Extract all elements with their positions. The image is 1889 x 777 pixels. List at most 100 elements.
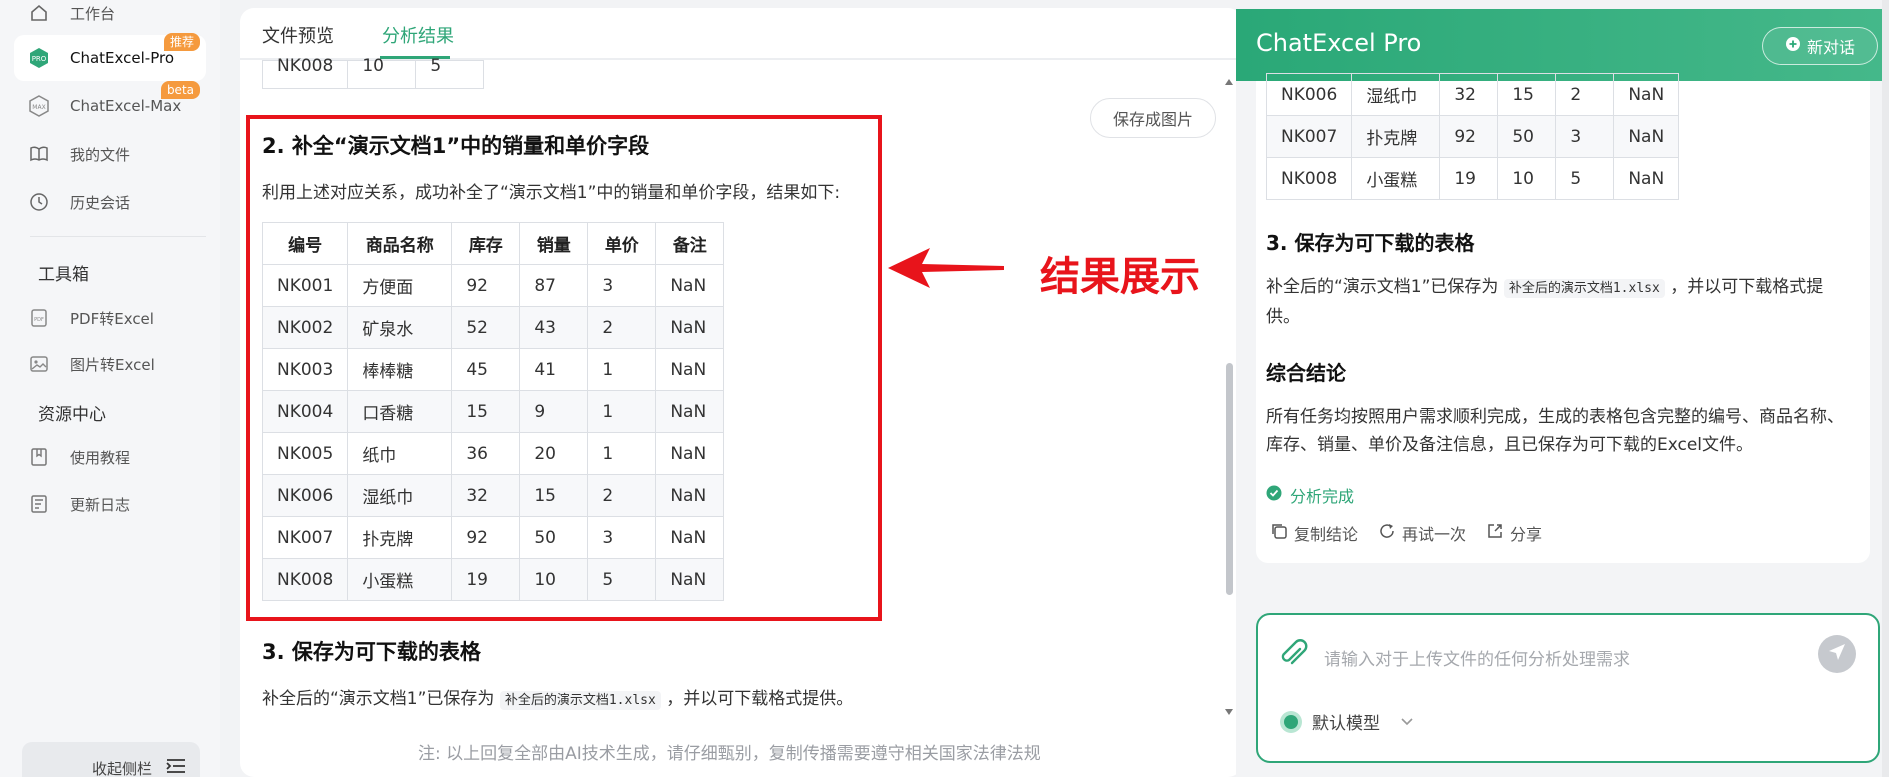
refresh-icon: [1378, 522, 1396, 544]
resources-title: 资源中心: [38, 405, 106, 425]
chat-section3-text: 补全后的“演示文档1”已保存为 补全后的演示文档1.xlsx ，并以可下载格式提…: [1266, 273, 1856, 331]
sidebar-item-pdf-to-excel[interactable]: PDF PDF转Excel: [14, 295, 206, 341]
plus-circle-icon: [1785, 36, 1801, 56]
svg-text:MAX: MAX: [32, 104, 45, 111]
sidebar-item-changelog[interactable]: 更新日志: [14, 481, 206, 527]
collapse-sidebar-label: 收起侧栏: [91, 760, 152, 777]
beta-badge: beta: [160, 81, 200, 99]
table-cell: NK006: [1265, 73, 1353, 116]
bookmark-icon: [28, 446, 50, 468]
table-cell: 19: [1439, 157, 1499, 200]
chat-header: ChatExcel Pro 新对话: [1236, 9, 1889, 81]
chat-result-table: NK006 湿纸巾 32 15 2 NaN NK007 扑克牌 92 50 3 NaN NK008 小蛋糕…: [1265, 73, 1680, 200]
scrollbar-thumb[interactable]: [1226, 363, 1233, 595]
table-cell: 3: [1555, 115, 1615, 158]
model-status-icon: [1280, 710, 1302, 733]
tab-bar: 文件预览 分析结果: [240, 8, 1242, 60]
model-label: 默认模型: [1312, 714, 1380, 734]
highlight-box: [246, 115, 882, 621]
check-circle-icon: [1266, 485, 1282, 505]
sidebar-item-workbench[interactable]: 工作台: [14, 0, 206, 36]
table-cell: 5: [415, 58, 485, 89]
previous-table-fragment: NK008 10 5: [261, 58, 485, 89]
share-icon: [1486, 522, 1504, 544]
send-button[interactable]: [1818, 635, 1856, 673]
retry-button[interactable]: 再试一次: [1378, 521, 1466, 545]
chat-title: ChatExcel Pro: [1256, 29, 1422, 57]
clock-icon: [28, 191, 50, 213]
table-cell: NK008: [1265, 157, 1353, 200]
pdf-icon: PDF: [28, 307, 50, 329]
send-icon: [1827, 642, 1847, 666]
table-cell: NaN: [1613, 157, 1680, 200]
sidebar-item-label: 图片转Excel: [70, 355, 155, 374]
window-edge: [1882, 0, 1889, 777]
sidebar-item-chatexcel-pro[interactable]: PRO ChatExcel-Pro 推荐: [14, 33, 206, 81]
sidebar-item-label: ChatExcel-Pro: [70, 49, 174, 67]
sidebar-item-label: 工作台: [70, 4, 116, 23]
table-cell: 2: [1555, 73, 1615, 116]
copy-icon: [1270, 522, 1288, 544]
tab-analysis-result[interactable]: 分析结果: [382, 22, 454, 48]
analysis-status: 分析完成: [1266, 483, 1354, 507]
sidebar-item-label: 使用教程: [70, 448, 131, 467]
conclusion-text: 所有任务均按照用户需求顺利完成，生成的表格包含完整的编号、商品名称、库存、销量、…: [1266, 407, 1844, 455]
section3-text-pre: 补全后的“演示文档1”已保存为: [262, 689, 495, 709]
table-cell: 5: [1555, 157, 1615, 200]
sidebar-item-label: 历史会话: [70, 193, 131, 212]
status-label: 分析完成: [1290, 487, 1355, 506]
sidebar-item-label: PDF转Excel: [70, 309, 154, 328]
toolbox-title: 工具箱: [38, 265, 89, 285]
sidebar-item-label: ChatExcel-Max: [70, 97, 182, 115]
sidebar-item-history[interactable]: 历史会话: [14, 179, 206, 225]
analysis-panel: 文件预览 分析结果 NK008 10 5 保存成图片 2. 补全“演示文档1”中…: [240, 8, 1242, 777]
tab-file-preview[interactable]: 文件预览: [262, 22, 334, 48]
pro-icon: PRO: [28, 47, 50, 69]
ai-disclaimer: 注: 以上回复全部由AI技术生成，请仔细甄别，复制传播需要遵守相关国家法律法规: [418, 744, 1041, 764]
sidebar-item-my-files[interactable]: 我的文件: [14, 131, 206, 177]
chat-message-card: NK006 湿纸巾 32 15 2 NaN NK007 扑克牌 92 50 3 NaN NK008 小蛋糕…: [1256, 73, 1870, 563]
scroll-up-icon[interactable]: [1224, 78, 1234, 86]
section3-text: 补全后的“演示文档1”已保存为 补全后的演示文档1.xlsx ，并以可下载格式提…: [262, 684, 853, 710]
scroll-down-icon[interactable]: [1224, 708, 1234, 716]
document-icon: [28, 493, 50, 515]
chat-section3-title: 3. 保存为可下载的表格: [1266, 231, 1475, 255]
chat-panel: ChatExcel Pro 新对话 NK006 湿纸巾 32 15 2 NaN NK007 扑…: [1236, 9, 1889, 777]
table-cell: 50: [1497, 115, 1557, 158]
message-actions: 复制结论 再试一次 分享: [1270, 521, 1542, 545]
sidebar-divider: [30, 236, 206, 237]
conclusion-title: 综合结论: [1266, 361, 1346, 385]
chat-input-box: 默认模型: [1256, 613, 1880, 763]
paperclip-icon[interactable]: [1280, 639, 1308, 673]
sidebar-item-tutorial[interactable]: 使用教程: [14, 434, 206, 480]
new-chat-label: 新对话: [1806, 38, 1855, 57]
model-selector[interactable]: 默认模型: [1280, 709, 1414, 734]
chat-input[interactable]: [1324, 645, 1794, 675]
table-cell: NK008: [261, 58, 349, 89]
table-row: NK008 10 5: [261, 58, 485, 89]
table-cell: 32: [1439, 73, 1499, 116]
copy-conclusion-button[interactable]: 复制结论: [1270, 521, 1358, 545]
table-cell: 92: [1439, 115, 1499, 158]
filename-code: 补全后的演示文档1.xlsx: [499, 691, 661, 710]
sidebar-item-label: 更新日志: [70, 495, 131, 514]
share-button[interactable]: 分享: [1486, 521, 1542, 545]
table-row: NK006 湿纸巾 32 15 2 NaN: [1265, 73, 1680, 116]
table-row: NK007 扑克牌 92 50 3 NaN: [1265, 115, 1680, 158]
save-as-image-button[interactable]: 保存成图片: [1090, 98, 1216, 138]
chevron-down-icon: [1400, 712, 1414, 732]
book-icon: [28, 143, 50, 165]
sidebar-item-image-to-excel[interactable]: 图片转Excel: [14, 341, 206, 387]
svg-text:PDF: PDF: [34, 317, 44, 323]
table-cell: 15: [1497, 73, 1557, 116]
table-cell: 10: [1497, 157, 1557, 200]
svg-text:PRO: PRO: [32, 55, 47, 63]
action-label: 分享: [1510, 525, 1543, 544]
arrow-left-icon: [888, 248, 1004, 288]
new-chat-button[interactable]: 新对话: [1762, 27, 1878, 65]
table-cell: NaN: [1613, 73, 1680, 116]
menu-collapse-icon: [166, 758, 186, 777]
sidebar-item-chatexcel-max[interactable]: MAX ChatExcel-Max beta: [14, 81, 206, 129]
collapse-sidebar-button[interactable]: 收起侧栏: [22, 742, 200, 777]
chat-filename-code: 补全后的演示文档1.xlsx: [1503, 279, 1665, 298]
